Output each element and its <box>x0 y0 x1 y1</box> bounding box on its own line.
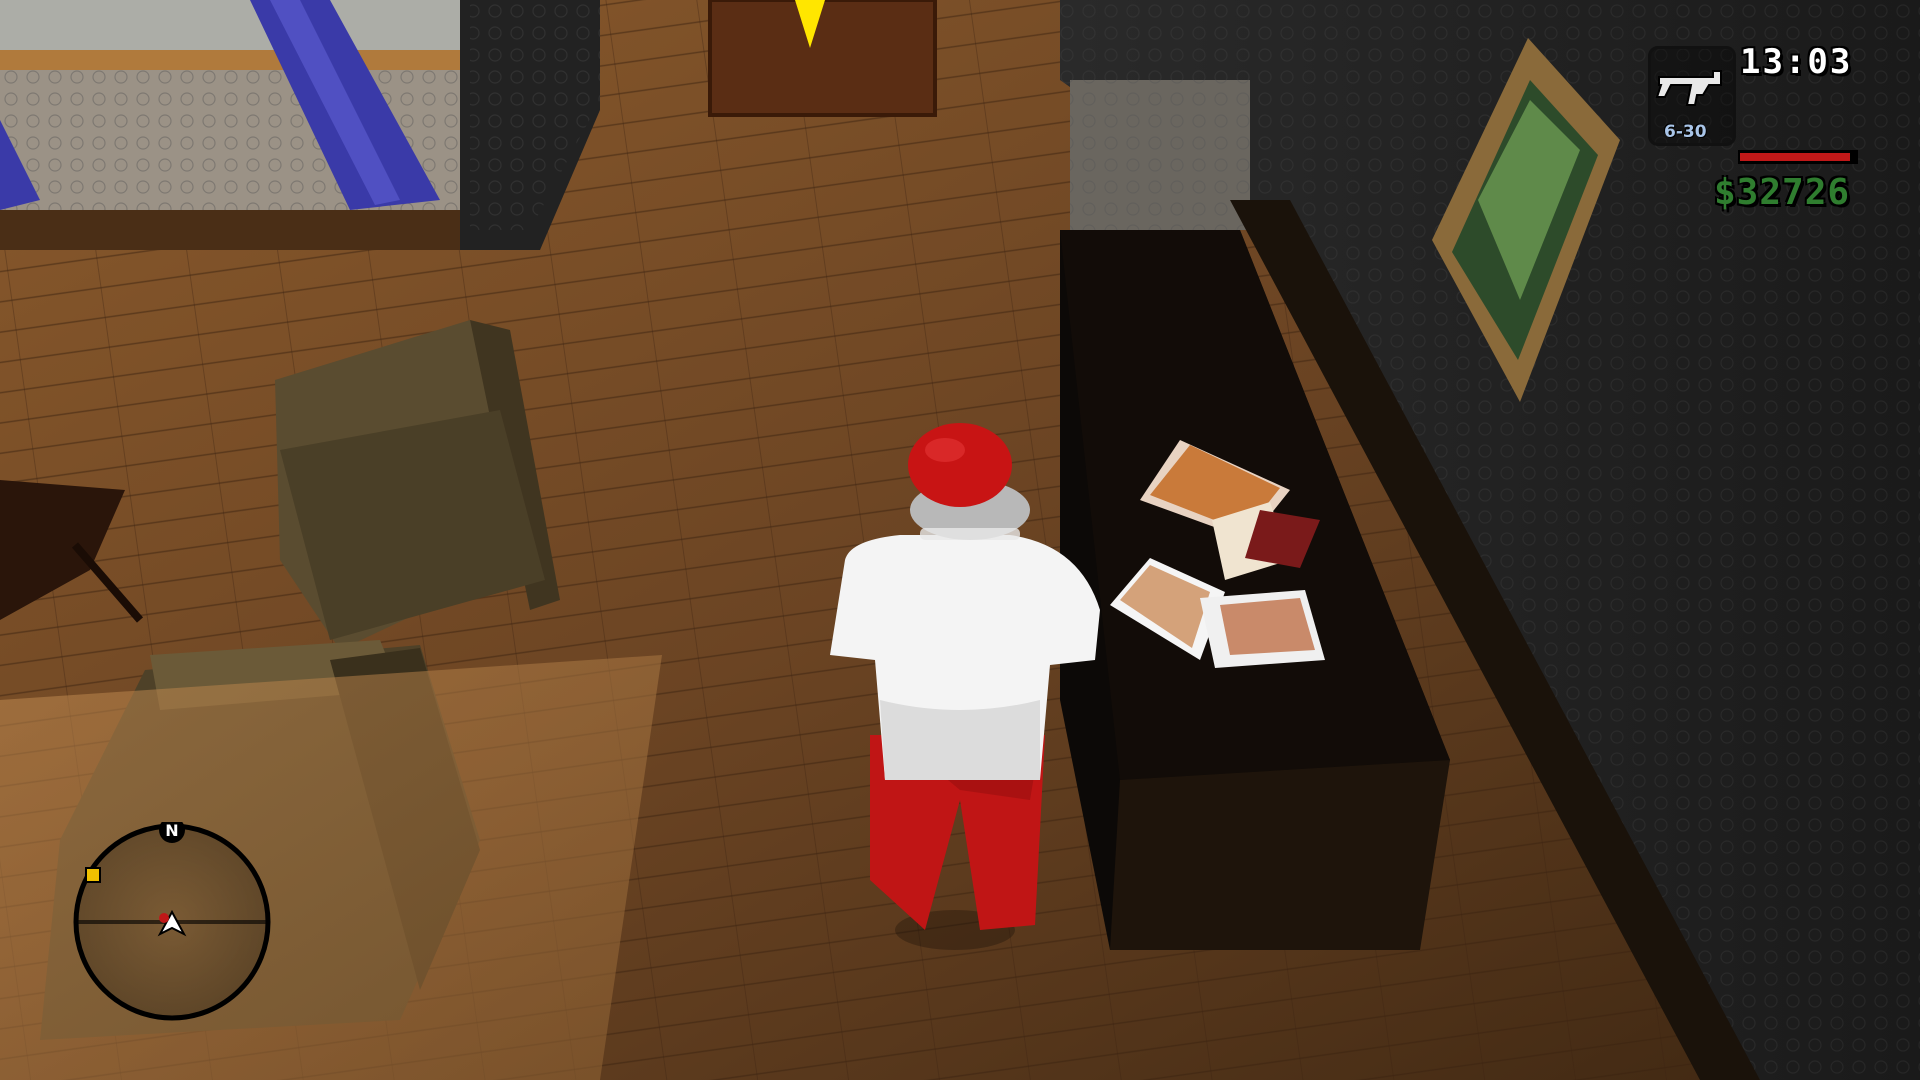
money-counter: $32726 <box>1714 172 1851 213</box>
health-bar-fill <box>1740 153 1851 161</box>
radar-minimap: N <box>73 822 271 1021</box>
north-label: N <box>165 822 178 840</box>
door <box>708 0 937 117</box>
ammo-count: 6-30 <box>1664 122 1707 142</box>
health-bar <box>1738 150 1858 164</box>
game-clock: 13:03 <box>1740 42 1853 82</box>
game-world-view <box>0 0 1920 1080</box>
smg-icon <box>1655 70 1722 106</box>
yellow-square-blip-icon <box>85 867 101 883</box>
